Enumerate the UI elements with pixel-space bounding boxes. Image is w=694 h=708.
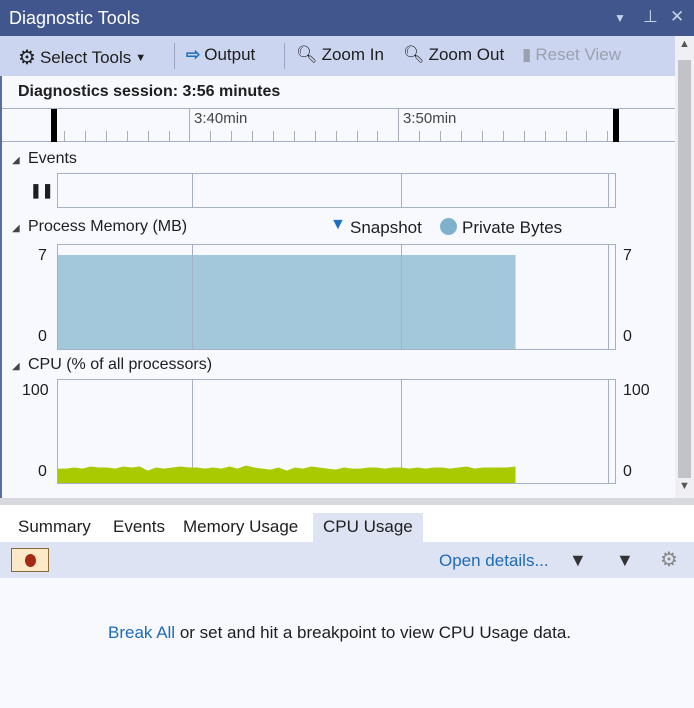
cpu-usage-content: Break All or set and hit a breakpoint to…: [0, 578, 694, 708]
y-max-label: 100: [22, 382, 49, 399]
private-bytes-area: [58, 255, 516, 349]
cpu-title: CPU (% of all processors): [28, 356, 213, 373]
ruler-tick: [482, 131, 483, 142]
record-button[interactable]: [11, 548, 49, 572]
ruler-tick: [419, 131, 420, 142]
collapse-icon[interactable]: ◢: [12, 155, 20, 166]
collapse-icon[interactable]: ◢: [12, 361, 20, 372]
record-icon: [25, 554, 36, 567]
separator: [174, 43, 175, 69]
diagnostics-panel: Diagnostics session: 3:56 minutes 3:40mi…: [0, 76, 675, 498]
ruler-tick: [607, 131, 608, 142]
ruler-tick: [440, 131, 441, 142]
hint-message: or set and hit a breakpoint to view CPU …: [175, 623, 572, 642]
timeline-ruler[interactable]: 3:40min 3:50min: [2, 108, 675, 142]
break-all-link[interactable]: Break All: [108, 623, 175, 642]
y-min-label: 0: [38, 463, 47, 480]
close-icon[interactable]: ✕: [670, 7, 684, 27]
ruler-tick: [127, 131, 128, 142]
reset-view-icon: ▮: [522, 45, 532, 64]
scroll-up-icon[interactable]: ▲: [679, 38, 690, 50]
ruler-tick: [461, 131, 462, 142]
reset-view-button[interactable]: ▮ Reset View: [522, 45, 621, 65]
gear-icon[interactable]: ⚙: [660, 547, 678, 572]
title-bar: Diagnostic Tools ▼ ⊥ ✕: [0, 0, 694, 36]
y-max-label-right: 7: [623, 247, 632, 264]
cpu-area: [58, 465, 516, 483]
ruler-tick: [231, 131, 232, 142]
separator: [284, 43, 285, 69]
ruler-tick: [273, 131, 274, 142]
y-min-label: 0: [38, 328, 47, 345]
cpu-chart[interactable]: [57, 379, 616, 484]
output-button[interactable]: ⇨ Output: [186, 45, 255, 65]
memory-title: Process Memory (MB): [28, 218, 188, 235]
splitter[interactable]: [0, 498, 694, 505]
legend-private-bytes: Private Bytes: [462, 218, 563, 237]
tick-label: 3:50min: [403, 110, 457, 127]
output-icon: ⇨: [186, 45, 201, 64]
ruler-tick: [64, 131, 65, 142]
y-min-label-right: 0: [623, 328, 632, 345]
y-min-label-right: 0: [623, 463, 632, 480]
ruler-tick: [586, 131, 587, 142]
scrollbar-thumb[interactable]: [678, 60, 691, 478]
dropdown-icon[interactable]: ▼: [614, 11, 626, 25]
range-start-handle[interactable]: [51, 109, 57, 142]
ruler-tick: [545, 131, 546, 142]
ruler-tick: [524, 131, 525, 142]
cpu-toolbar: Open details... ▼ ▼ ⚙: [0, 542, 694, 578]
ruler-tick: [189, 109, 190, 142]
ruler-tick: [294, 131, 295, 142]
ruler-tick: [169, 131, 170, 142]
private-bytes-swatch: [440, 218, 457, 235]
chevron-down-icon: ▼: [135, 51, 147, 64]
zoom-in-button[interactable]: 🔍︎ Zoom In: [296, 45, 384, 65]
zoom-in-icon: 🔍︎: [296, 45, 318, 64]
legend-snapshot: Snapshot: [350, 218, 422, 237]
window-title: Diagnostic Tools: [9, 8, 140, 28]
ruler-tick: [85, 131, 86, 142]
toolbar: ⚙ Select Tools ▼ ⇨ Output 🔍︎ Zoom In 🔍︎ …: [0, 36, 675, 76]
ruler-tick: [503, 131, 504, 142]
ruler-tick: [357, 131, 358, 142]
scroll-down-icon[interactable]: ▼: [679, 480, 690, 492]
zoom-out-icon: 🔍︎: [403, 45, 425, 64]
hint-text: Break All or set and hit a breakpoint to…: [108, 623, 571, 643]
ruler-tick: [210, 131, 211, 142]
snapshot-icon: ▼: [330, 216, 346, 233]
ruler-tick: [252, 131, 253, 142]
pause-icon[interactable]: ❚❚: [30, 182, 53, 199]
tab-bar: Summary Events Memory Usage CPU Usage: [0, 505, 694, 546]
events-track[interactable]: [57, 173, 616, 208]
memory-chart[interactable]: [57, 244, 616, 350]
ruler-tick: [336, 131, 337, 142]
filter-icon[interactable]: ▼: [616, 550, 634, 571]
select-tools-button[interactable]: ⚙ Select Tools ▼: [18, 45, 146, 70]
ruler-tick: [315, 131, 316, 142]
events-title: Events: [28, 150, 77, 167]
ruler-tick: [566, 131, 567, 142]
session-label: Diagnostics session: 3:56 minutes: [18, 83, 281, 100]
range-end-handle[interactable]: [613, 109, 619, 142]
ruler-tick: [106, 131, 107, 142]
collapse-icon[interactable]: ◢: [12, 223, 20, 234]
gear-icon: ⚙: [18, 47, 36, 69]
open-details-link[interactable]: Open details...: [439, 551, 549, 571]
zoom-out-button[interactable]: 🔍︎ Zoom Out: [403, 45, 504, 65]
pin-icon[interactable]: ⊥: [643, 7, 658, 27]
y-max-label-right: 100: [623, 382, 650, 399]
ruler-tick: [377, 131, 378, 142]
filter-icon[interactable]: ▼: [569, 550, 587, 571]
ruler-tick: [148, 131, 149, 142]
tick-label: 3:40min: [194, 110, 248, 127]
y-max-label: 7: [38, 247, 47, 264]
ruler-tick: [398, 109, 399, 142]
